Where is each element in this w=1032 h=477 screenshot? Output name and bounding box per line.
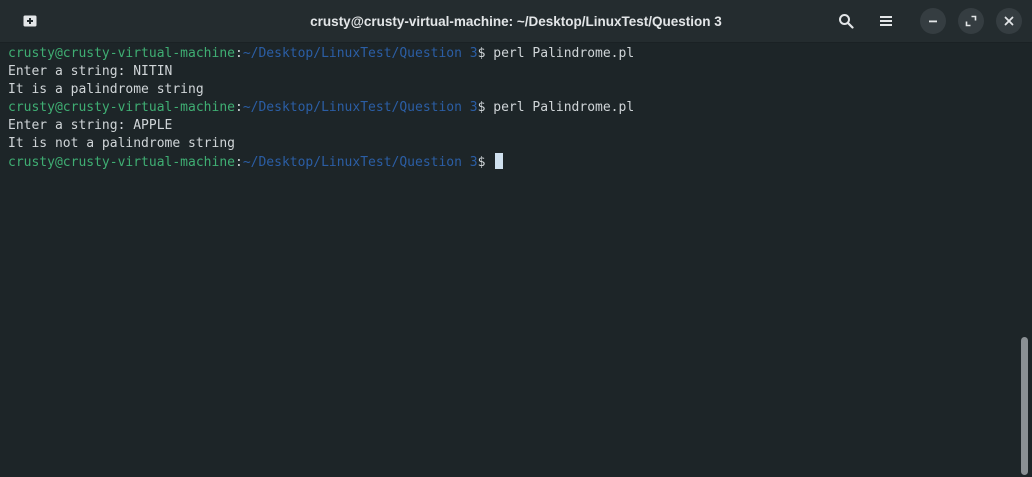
- text-cursor: [495, 153, 504, 169]
- search-icon: [838, 13, 854, 29]
- terminal-line-output: Enter a string: NITIN: [8, 64, 173, 79]
- prompt-path: ~/Desktop/LinuxTest/Question 3: [242, 46, 478, 61]
- terminal-line-output: It is a palindrome string: [8, 82, 204, 97]
- new-tab-button[interactable]: [17, 8, 43, 34]
- scrollbar-thumb[interactable]: [1021, 337, 1028, 475]
- prompt-symbol: $: [477, 46, 494, 61]
- close-button[interactable]: [996, 8, 1022, 34]
- terminal-line-prompt-1: crusty@crusty-virtual-machine:~/Desktop/…: [8, 45, 1018, 63]
- prompt-path: ~/Desktop/LinuxTest/Question 3: [242, 100, 478, 115]
- scrollbar[interactable]: [1018, 43, 1032, 477]
- prompt-separator: :: [234, 46, 243, 61]
- terminal-output[interactable]: crusty@crusty-virtual-machine:~/Desktop/…: [0, 43, 1018, 477]
- prompt-user: crusty@crusty-virtual-machine: [8, 46, 235, 61]
- maximize-icon: [965, 15, 977, 27]
- maximize-button[interactable]: [958, 8, 984, 34]
- close-icon: [1003, 15, 1015, 27]
- main-menu-button[interactable]: [873, 8, 899, 34]
- command-text: perl Palindrome.pl: [493, 100, 635, 115]
- headerbar: crusty@crusty-virtual-machine: ~/Desktop…: [0, 0, 1032, 43]
- prompt-symbol: $: [477, 155, 494, 170]
- prompt-path: ~/Desktop/LinuxTest/Question 3: [242, 155, 478, 170]
- prompt-separator: :: [234, 155, 243, 170]
- terminal-line-output: It is not a palindrome string: [8, 136, 235, 151]
- minimize-button[interactable]: [920, 8, 946, 34]
- prompt-user: crusty@crusty-virtual-machine: [8, 155, 235, 170]
- prompt-separator: :: [234, 100, 243, 115]
- terminal-window: crusty@crusty-virtual-machine: ~/Desktop…: [0, 0, 1032, 477]
- minimize-icon: [927, 15, 939, 27]
- new-tab-icon: [22, 13, 38, 29]
- terminal-line-output: Enter a string: APPLE: [8, 118, 173, 133]
- terminal-line-prompt-3: crusty@crusty-virtual-machine:~/Desktop/…: [8, 153, 1018, 171]
- command-text: perl Palindrome.pl: [493, 46, 635, 61]
- terminal-line-prompt-2: crusty@crusty-virtual-machine:~/Desktop/…: [8, 99, 1018, 117]
- prompt-symbol: $: [477, 100, 494, 115]
- prompt-user: crusty@crusty-virtual-machine: [8, 100, 235, 115]
- hamburger-menu-icon: [879, 14, 893, 28]
- window-title: crusty@crusty-virtual-machine: ~/Desktop…: [310, 14, 722, 29]
- search-button[interactable]: [833, 8, 859, 34]
